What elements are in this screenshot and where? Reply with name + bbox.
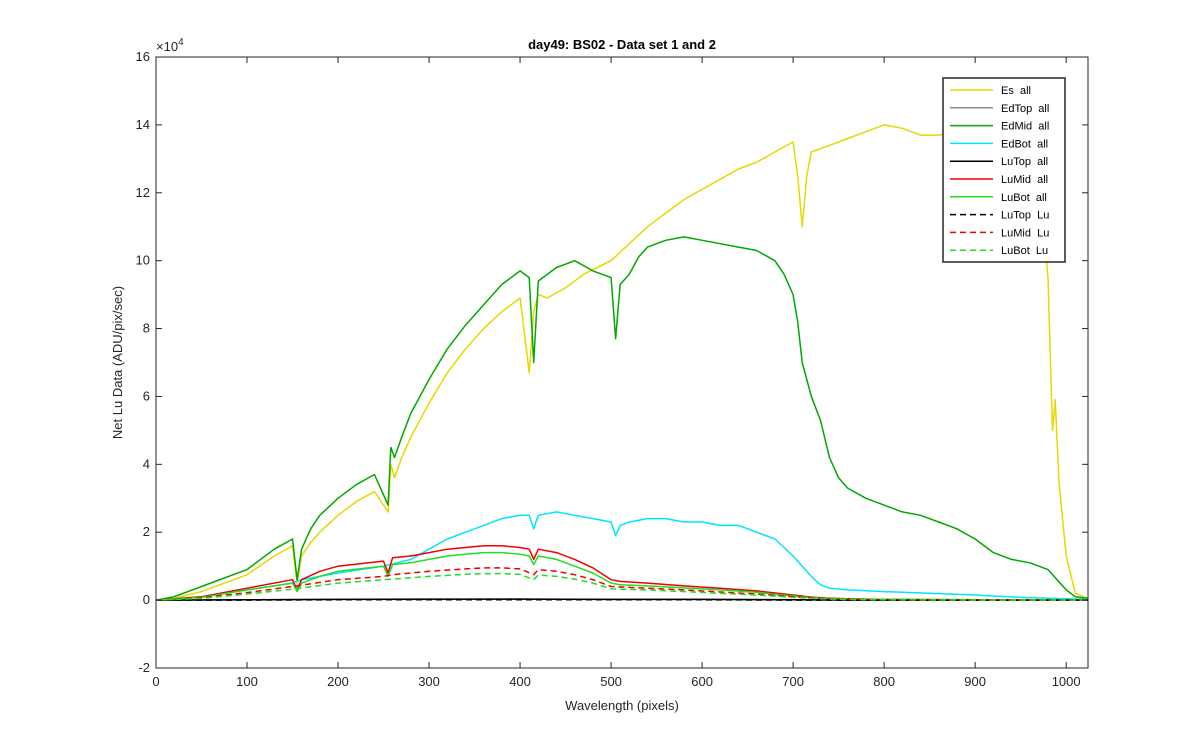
legend-label: EdTop all	[1001, 103, 1049, 115]
y-tick-label: 16	[136, 49, 150, 64]
x-tick-label: 1000	[1052, 674, 1081, 689]
x-tick-label: 500	[600, 674, 622, 689]
legend-label: Es all	[1001, 85, 1031, 97]
x-tick-label: 900	[964, 674, 986, 689]
y-tick-label: 12	[136, 185, 150, 200]
y-tick-label: 6	[143, 388, 150, 403]
y-tick-label: 10	[136, 253, 150, 268]
y-axis-label: Net Lu Data (ADU/pix/sec)	[110, 286, 125, 439]
x-tick-label: 400	[509, 674, 531, 689]
x-tick-label: 600	[691, 674, 713, 689]
legend-label: LuMid Lu	[1001, 227, 1049, 239]
x-tick-label: 700	[782, 674, 804, 689]
x-tick-label: 100	[236, 674, 258, 689]
legend-label: LuBot Lu	[1001, 245, 1048, 257]
exponent-base: ×10	[156, 39, 178, 54]
line-chart: 01002003004005006007008009001000-2024681…	[0, 0, 1200, 750]
legend: Es all EdTop all EdMid all EdBot all LuTop a…	[943, 78, 1065, 262]
legend-label: EdBot all	[1001, 138, 1048, 150]
y-tick-label: 4	[143, 456, 150, 471]
legend-label: LuMid all	[1001, 174, 1048, 186]
x-tick-label: 800	[873, 674, 895, 689]
legend-label: EdMid all	[1001, 121, 1049, 133]
chart-figure: 01002003004005006007008009001000-2024681…	[0, 0, 1200, 750]
legend-label: LuTop Lu	[1001, 210, 1049, 222]
legend-label: LuTop all	[1001, 156, 1048, 168]
y-tick-label: 8	[143, 321, 150, 336]
y-tick-label: 14	[136, 117, 150, 132]
x-axis-label: Wavelength (pixels)	[565, 698, 679, 713]
x-tick-label: 200	[327, 674, 349, 689]
legend-label: LuBot all	[1001, 192, 1047, 204]
y-tick-label: -2	[138, 660, 150, 675]
x-tick-label: 300	[418, 674, 440, 689]
y-tick-label: 0	[143, 592, 150, 607]
chart-title: day49: BS02 - Data set 1 and 2	[528, 37, 716, 52]
x-tick-label: 0	[152, 674, 159, 689]
y-tick-label: 2	[143, 524, 150, 539]
exponent-power: 4	[178, 37, 184, 48]
